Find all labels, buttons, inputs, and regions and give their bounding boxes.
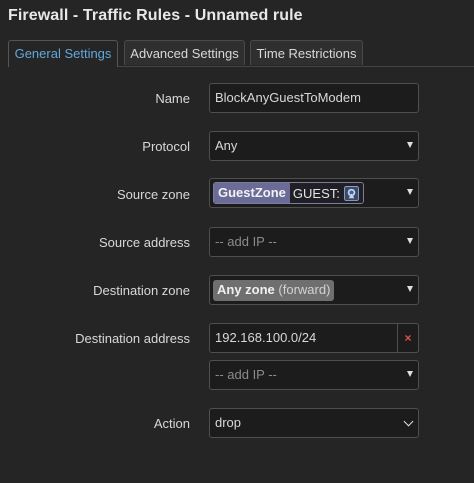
dropdown-arrow-icon (407, 286, 413, 292)
protocol-select-value: Any (215, 138, 238, 153)
destination-address-placeholder: -- add IP -- (215, 367, 277, 382)
page-title: Firewall - Traffic Rules - Unnamed rule (8, 7, 303, 24)
name-input[interactable]: BlockAnyGuestToModem (209, 83, 419, 113)
tab-general-settings[interactable]: General Settings (8, 40, 118, 67)
source-zone-label: Source zone (117, 187, 190, 202)
destination-zone-suffix: (forward) (278, 282, 331, 297)
tab-time-restrictions[interactable]: Time Restrictions (250, 40, 363, 65)
source-address-placeholder: -- add IP -- (215, 234, 277, 249)
destination-zone-chip: Any zone (forward) (213, 280, 335, 301)
source-zone-name: GuestZone (214, 183, 290, 203)
chevron-down-icon (403, 416, 414, 427)
tab-bar: General Settings Advanced Settings Time … (8, 40, 474, 67)
destination-zone-label: Destination zone (93, 283, 190, 298)
source-address-input[interactable]: -- add IP -- (209, 227, 419, 257)
remove-address-button[interactable]: × (397, 323, 419, 353)
destination-address-add-input[interactable]: -- add IP -- (209, 360, 419, 390)
source-zone-device-label: GUEST: (292, 185, 340, 201)
destination-address-entry[interactable]: 192.168.100.0/24 × (209, 323, 419, 353)
dropdown-arrow-icon (407, 189, 413, 195)
destination-address-value: 192.168.100.0/24 (215, 330, 317, 345)
dropdown-arrow-icon (407, 238, 413, 244)
action-select[interactable]: drop (209, 408, 419, 438)
dropdown-arrow-icon (407, 371, 413, 377)
destination-zone-name: Any zone (217, 282, 275, 297)
name-input-value: BlockAnyGuestToModem (215, 90, 361, 105)
destination-zone-select[interactable]: Any zone (forward) (209, 275, 419, 305)
tab-advanced-settings[interactable]: Advanced Settings (124, 40, 245, 65)
protocol-label: Protocol (142, 139, 190, 154)
protocol-select[interactable]: Any (209, 131, 419, 161)
wifi-icon (343, 185, 359, 201)
source-zone-chip: GuestZone GUEST: (213, 182, 364, 204)
name-label: Name (155, 91, 190, 106)
source-address-label: Source address (98, 235, 190, 250)
source-zone-device: GUEST: (289, 183, 363, 203)
source-zone-select[interactable]: GuestZone GUEST: (209, 178, 419, 208)
dropdown-arrow-icon (407, 142, 413, 148)
destination-address-label: Destination address (75, 331, 190, 346)
action-select-value: drop (215, 415, 242, 430)
action-label: Action (153, 416, 190, 431)
